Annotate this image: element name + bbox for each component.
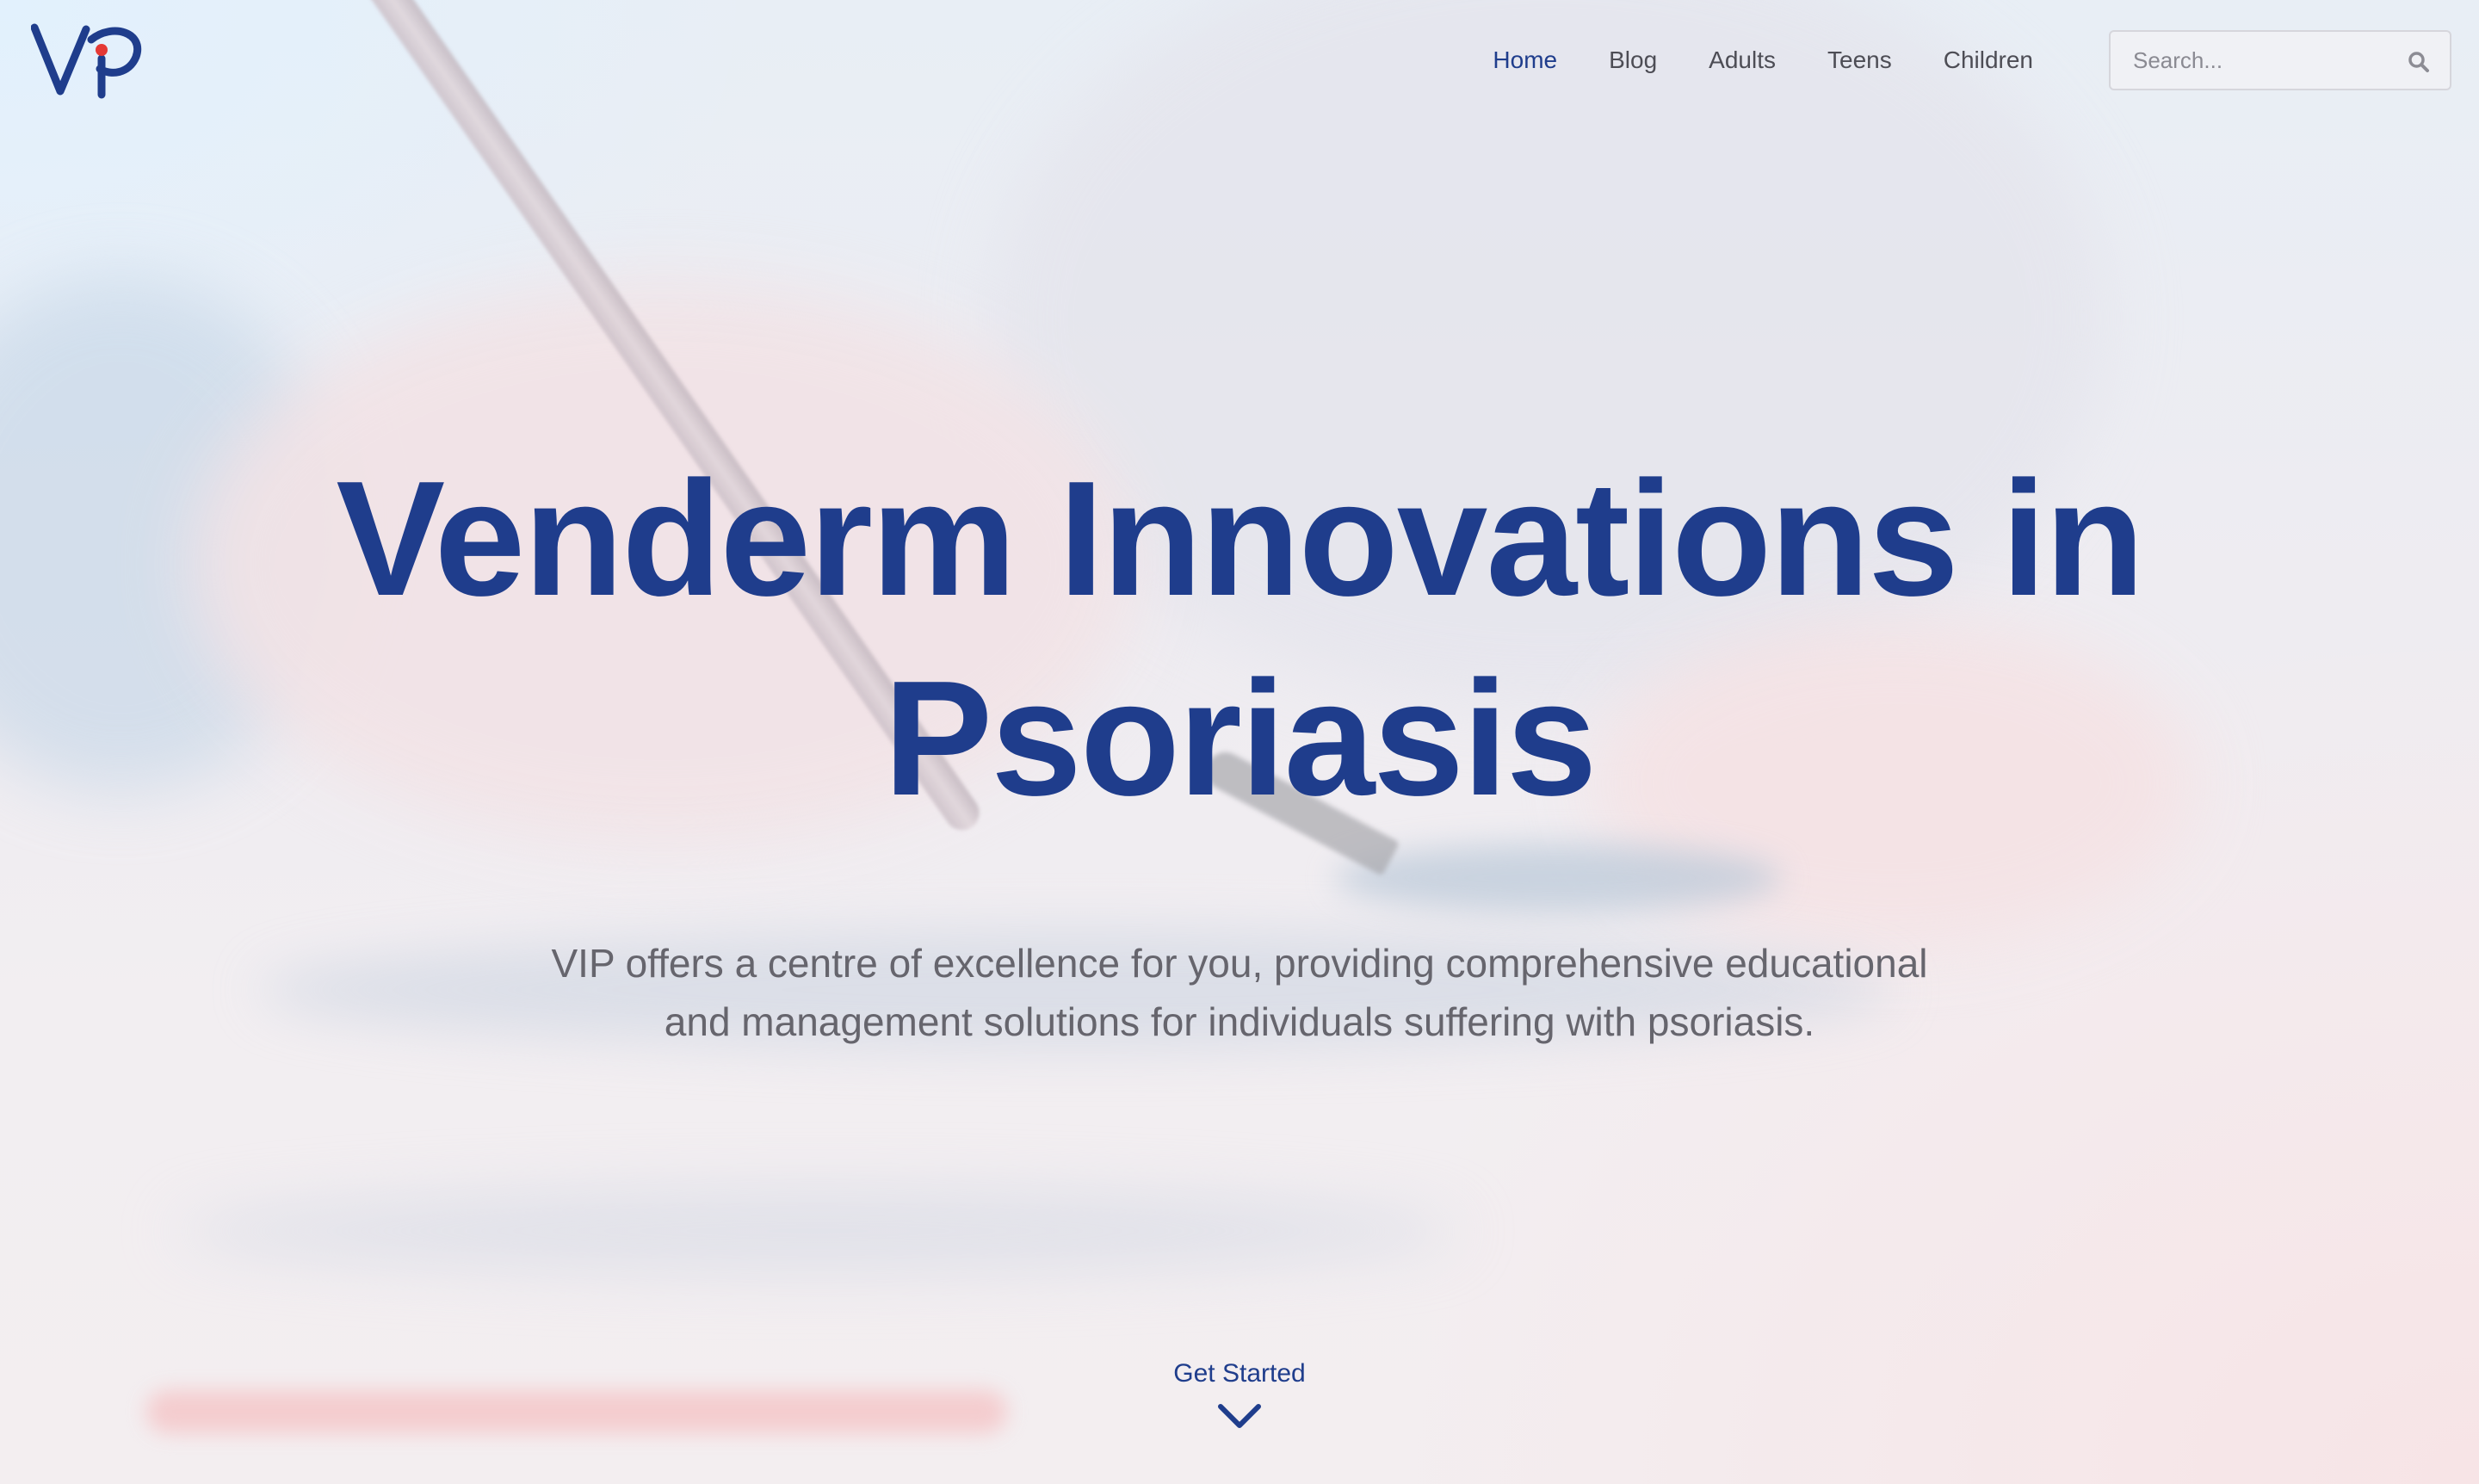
hero-title-line-1: Venderm Innovations in — [336, 448, 2144, 630]
hero-subtitle-line-1: VIP offers a centre of excellence for yo… — [551, 941, 1928, 986]
nav-link-teens[interactable]: Teens — [1827, 43, 1892, 77]
get-started-label: Get Started — [1173, 1359, 1306, 1388]
nav-link-children[interactable]: Children — [1944, 43, 2033, 77]
main-nav: Home Blog Adults Teens Children — [1493, 43, 2033, 77]
chevron-down-icon — [1218, 1404, 1261, 1428]
nav-link-blog[interactable]: Blog — [1609, 43, 1657, 77]
hero-subtitle-line-2: and management solutions for individuals… — [664, 999, 1815, 1044]
search-icon[interactable] — [2407, 50, 2431, 74]
site-header: Home Blog Adults Teens Children — [0, 0, 2479, 121]
nav-link-adults[interactable]: Adults — [1709, 43, 1776, 77]
nav-link-home[interactable]: Home — [1493, 43, 1557, 77]
hero-title: Venderm Innovations in Psoriasis — [0, 439, 2479, 838]
search-input[interactable] — [2111, 32, 2417, 89]
vip-logo[interactable] — [30, 21, 143, 100]
get-started-link[interactable]: Get Started — [1067, 1351, 1412, 1431]
search-box — [2109, 30, 2451, 90]
hero-subtitle: VIP offers a centre of excellence for yo… — [516, 934, 1963, 1051]
vip-logo-mark — [30, 23, 142, 99]
hero-title-line-2: Psoriasis — [883, 647, 1598, 830]
